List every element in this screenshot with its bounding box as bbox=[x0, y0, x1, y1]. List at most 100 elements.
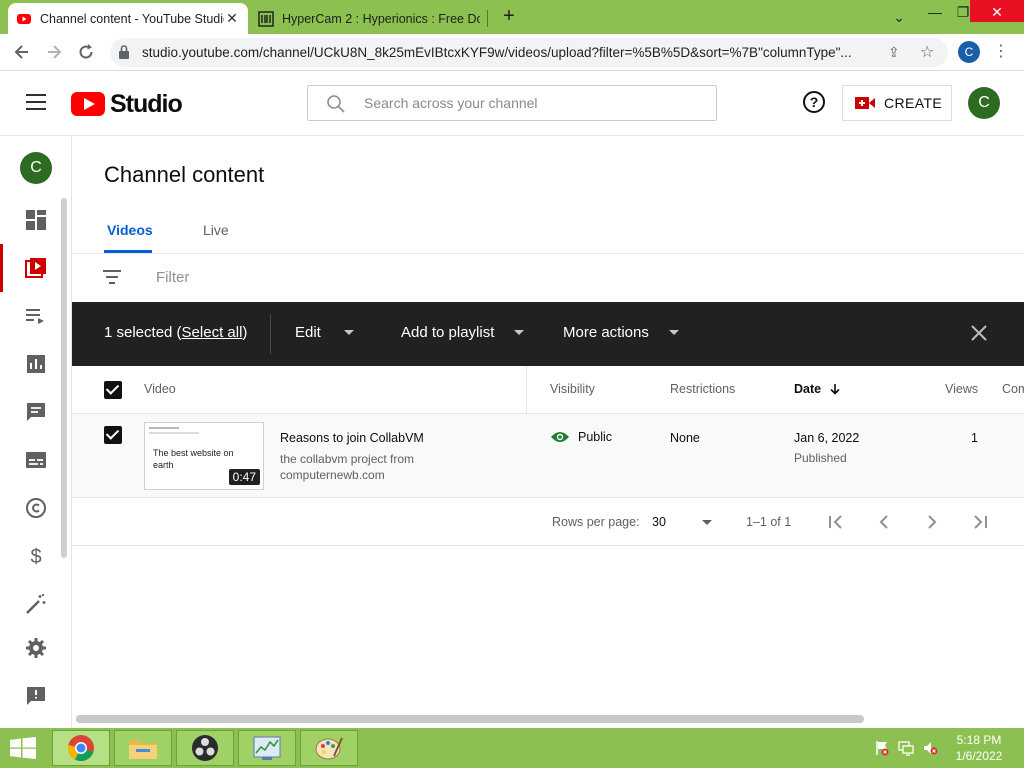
last-page-icon[interactable] bbox=[970, 512, 990, 532]
tab-title: Channel content - YouTube Studio bbox=[40, 11, 224, 26]
bookmark-star-icon[interactable]: ☆ bbox=[920, 42, 934, 62]
browser-menu-icon[interactable]: ⋮ bbox=[993, 41, 1009, 61]
caret-down-icon bbox=[514, 330, 525, 335]
menu-icon[interactable] bbox=[26, 94, 46, 110]
search-icon bbox=[327, 95, 345, 113]
forward-icon[interactable] bbox=[44, 42, 64, 62]
row-checkbox[interactable] bbox=[104, 426, 122, 444]
select-all-link[interactable]: Select all bbox=[182, 324, 243, 341]
next-page-icon[interactable] bbox=[922, 512, 942, 532]
column-header-date[interactable]: Date bbox=[794, 382, 841, 396]
edit-dropdown[interactable]: Edit bbox=[295, 324, 354, 341]
selection-action-bar: 1 selected (Select all) Edit Add to play… bbox=[72, 302, 1024, 366]
date-status: Published bbox=[794, 451, 847, 465]
archive-favicon-icon bbox=[258, 10, 274, 27]
video-thumbnail[interactable]: The best website on earth 0:47 bbox=[144, 422, 264, 490]
studio-logo[interactable]: Studio bbox=[71, 89, 183, 118]
tab-videos[interactable]: Videos bbox=[107, 222, 153, 238]
browser-tab-strip: Channel content - YouTube Studio ✕ Hyper… bbox=[0, 0, 1024, 34]
create-button[interactable]: CREATE bbox=[842, 85, 952, 121]
visibility-value: Public bbox=[578, 430, 613, 444]
content-icon[interactable] bbox=[24, 256, 48, 280]
network-icon[interactable] bbox=[898, 740, 914, 756]
first-page-icon[interactable] bbox=[826, 512, 846, 532]
caret-down-icon[interactable] bbox=[702, 520, 712, 525]
svg-text:$: $ bbox=[30, 546, 41, 568]
column-header-views: Views bbox=[945, 382, 979, 396]
comments-icon[interactable] bbox=[24, 400, 48, 424]
filter-bar[interactable]: Filter bbox=[72, 254, 1024, 302]
studio-header: Studio ? CREATE C bbox=[0, 71, 1024, 136]
horizontal-scrollbar[interactable] bbox=[76, 715, 864, 723]
close-icon[interactable] bbox=[970, 324, 988, 342]
feedback-icon[interactable] bbox=[24, 684, 48, 708]
settings-icon[interactable] bbox=[24, 636, 48, 660]
logo-text: Studio bbox=[110, 89, 183, 118]
youtube-logo-icon bbox=[71, 92, 105, 116]
more-actions-dropdown[interactable]: More actions bbox=[563, 324, 679, 341]
help-icon[interactable]: ? bbox=[803, 91, 825, 113]
paint-icon bbox=[315, 737, 343, 760]
close-window-icon[interactable]: ✕ bbox=[970, 0, 1024, 22]
reload-icon[interactable] bbox=[76, 42, 96, 62]
table-header: Video Visibility Restrictions Date Views… bbox=[72, 366, 1024, 414]
volume-muted-icon[interactable] bbox=[922, 740, 938, 756]
search-input[interactable] bbox=[364, 91, 704, 115]
tab-youtube-studio[interactable]: Channel content - YouTube Studio ✕ bbox=[8, 3, 248, 34]
create-label: CREATE bbox=[884, 95, 943, 111]
taskbar-file-explorer[interactable] bbox=[114, 730, 172, 766]
subtitles-icon[interactable] bbox=[24, 448, 48, 472]
taskbar-paint[interactable] bbox=[300, 730, 358, 766]
address-bar[interactable]: studio.youtube.com/channel/UCkU8N_8k25mE… bbox=[110, 38, 948, 67]
taskbar-chrome[interactable] bbox=[52, 730, 110, 766]
copyright-icon[interactable] bbox=[24, 496, 48, 520]
monetization-icon[interactable]: $ bbox=[24, 544, 48, 568]
action-center-flag-icon[interactable] bbox=[874, 740, 890, 756]
system-clock[interactable]: 5:18 PM 1/6/2022 bbox=[944, 732, 1014, 764]
task-manager-icon bbox=[253, 736, 281, 760]
video-camera-icon bbox=[855, 97, 875, 109]
channel-search[interactable] bbox=[307, 85, 717, 121]
sidebar-scrollbar[interactable] bbox=[61, 198, 67, 558]
file-explorer-icon bbox=[129, 740, 157, 759]
table-row[interactable]: The best website on earth 0:47 Reasons t… bbox=[72, 414, 1024, 498]
previous-page-icon[interactable] bbox=[874, 512, 894, 532]
account-avatar[interactable]: C bbox=[968, 87, 1000, 119]
active-indicator bbox=[0, 244, 3, 292]
selection-count: 1 selected (Select all) bbox=[104, 324, 248, 341]
customization-icon[interactable] bbox=[24, 592, 48, 616]
add-to-playlist-dropdown[interactable]: Add to playlist bbox=[401, 324, 525, 341]
tab-live[interactable]: Live bbox=[203, 222, 229, 238]
playlists-icon[interactable] bbox=[24, 304, 48, 328]
dashboard-icon[interactable] bbox=[24, 208, 48, 232]
pagination: Rows per page: 30 1–1 of 1 bbox=[72, 498, 1024, 546]
video-title[interactable]: Reasons to join CollabVM bbox=[280, 431, 424, 445]
windows-start-icon[interactable] bbox=[10, 737, 36, 759]
select-all-checkbox[interactable] bbox=[104, 381, 122, 399]
taskbar-task-manager[interactable] bbox=[238, 730, 296, 766]
back-icon[interactable] bbox=[12, 42, 32, 62]
date-value: Jan 6, 2022 bbox=[794, 431, 860, 445]
lock-icon[interactable] bbox=[118, 44, 130, 60]
main-content: Channel content Videos Live Filter 1 sel… bbox=[72, 136, 1024, 728]
filter-icon[interactable] bbox=[103, 270, 121, 284]
rows-per-page-select[interactable]: 30 bbox=[652, 515, 666, 529]
filter-placeholder: Filter bbox=[156, 269, 190, 286]
share-icon[interactable]: ⇪ bbox=[888, 44, 900, 61]
taskbar-obs[interactable] bbox=[176, 730, 234, 766]
tab-hypercam[interactable]: HyperCam 2 : Hyperionics : Free Download bbox=[250, 3, 488, 34]
tab-separator bbox=[487, 10, 488, 27]
clock-time: 5:18 PM bbox=[956, 733, 1002, 747]
eye-icon bbox=[551, 432, 569, 442]
column-header-comments: Com bbox=[1002, 382, 1024, 396]
new-tab-button[interactable]: + bbox=[499, 6, 519, 27]
close-tab-icon[interactable]: ✕ bbox=[224, 10, 240, 27]
visibility-cell[interactable]: Public bbox=[550, 430, 612, 444]
tab-title: HyperCam 2 : Hyperionics : Free Download bbox=[282, 11, 480, 26]
analytics-icon[interactable] bbox=[24, 352, 48, 376]
browser-profile-avatar[interactable]: C bbox=[958, 41, 980, 63]
caret-down-icon bbox=[668, 330, 679, 335]
sort-arrow-down-icon bbox=[830, 384, 840, 395]
thumbnail-text: The best website on earth bbox=[153, 448, 234, 470]
channel-avatar[interactable]: C bbox=[20, 152, 52, 184]
